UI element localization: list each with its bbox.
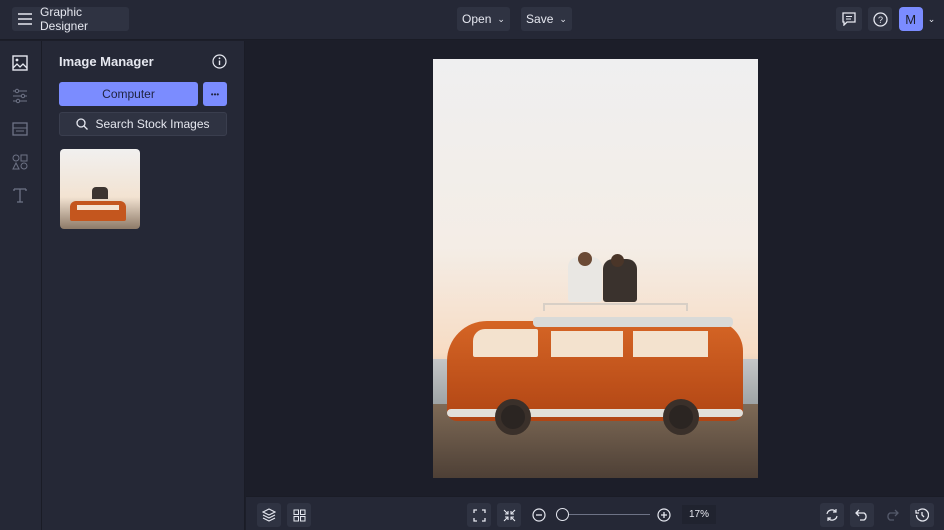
chevron-down-icon: ⌄: [927, 13, 936, 24]
canvas-image[interactable]: [433, 59, 758, 478]
more-options-button[interactable]: •••: [203, 82, 227, 106]
layers-button[interactable]: [257, 503, 281, 527]
comments-button[interactable]: [836, 7, 862, 31]
grid-icon: [293, 509, 306, 522]
save-label: Save: [526, 12, 554, 26]
layers-icon: [262, 508, 276, 522]
chevron-down-icon: ⌄: [497, 13, 505, 24]
app-title: Graphic Designer: [40, 5, 89, 33]
actual-size-button[interactable]: [497, 503, 521, 527]
open-button[interactable]: Open ⌄: [457, 7, 510, 31]
comment-icon: [842, 12, 856, 26]
top-bar: Graphic Designer Open ⌄ Save ⌄ ? M ⌄: [0, 0, 944, 40]
bottom-toolbar: 17%: [246, 496, 944, 530]
info-icon[interactable]: [212, 54, 227, 69]
zoom-level[interactable]: 17%: [682, 505, 716, 524]
expand-icon: [472, 508, 486, 522]
grid-button[interactable]: [287, 503, 311, 527]
text-icon[interactable]: [12, 187, 30, 205]
history-icon: [915, 508, 929, 522]
tool-rail: [0, 41, 42, 530]
svg-text:?: ?: [877, 15, 882, 25]
history-button[interactable]: [910, 503, 934, 527]
sliders-icon[interactable]: [12, 88, 30, 106]
fit-screen-button[interactable]: [467, 503, 491, 527]
undo-button[interactable]: [850, 503, 874, 527]
image-thumbnail[interactable]: [60, 149, 140, 229]
app-menu-button[interactable]: Graphic Designer: [12, 5, 129, 33]
replace-button[interactable]: [820, 503, 844, 527]
search-icon: [76, 118, 89, 130]
layout-icon[interactable]: [12, 121, 30, 139]
undo-icon: [855, 509, 869, 521]
shapes-icon[interactable]: [12, 154, 30, 172]
redo-button[interactable]: [880, 503, 904, 527]
help-icon: ?: [872, 11, 888, 27]
hamburger-icon: [18, 13, 32, 25]
search-label: Search Stock Images: [95, 117, 210, 131]
image-manager-panel: Image Manager Computer ••• Search Stock …: [42, 41, 245, 530]
open-label: Open: [462, 12, 492, 26]
zoom-in-icon[interactable]: [657, 508, 671, 522]
redo-icon: [885, 509, 899, 521]
save-button[interactable]: Save ⌄: [521, 7, 572, 31]
zoom-slider[interactable]: [556, 508, 650, 521]
account-menu[interactable]: M ⌄: [896, 7, 938, 31]
shrink-icon: [503, 509, 516, 522]
zoom-out-icon[interactable]: [532, 508, 546, 522]
search-stock-images-button[interactable]: Search Stock Images: [59, 112, 227, 136]
zoom-slider-handle[interactable]: [556, 508, 569, 521]
computer-upload-button[interactable]: Computer: [59, 82, 198, 106]
refresh-icon: [825, 508, 839, 522]
chevron-down-icon: ⌄: [559, 13, 567, 24]
avatar: M: [898, 7, 923, 31]
panel-title: Image Manager: [59, 54, 154, 69]
image-icon[interactable]: [12, 55, 30, 73]
help-button[interactable]: ?: [868, 7, 892, 31]
